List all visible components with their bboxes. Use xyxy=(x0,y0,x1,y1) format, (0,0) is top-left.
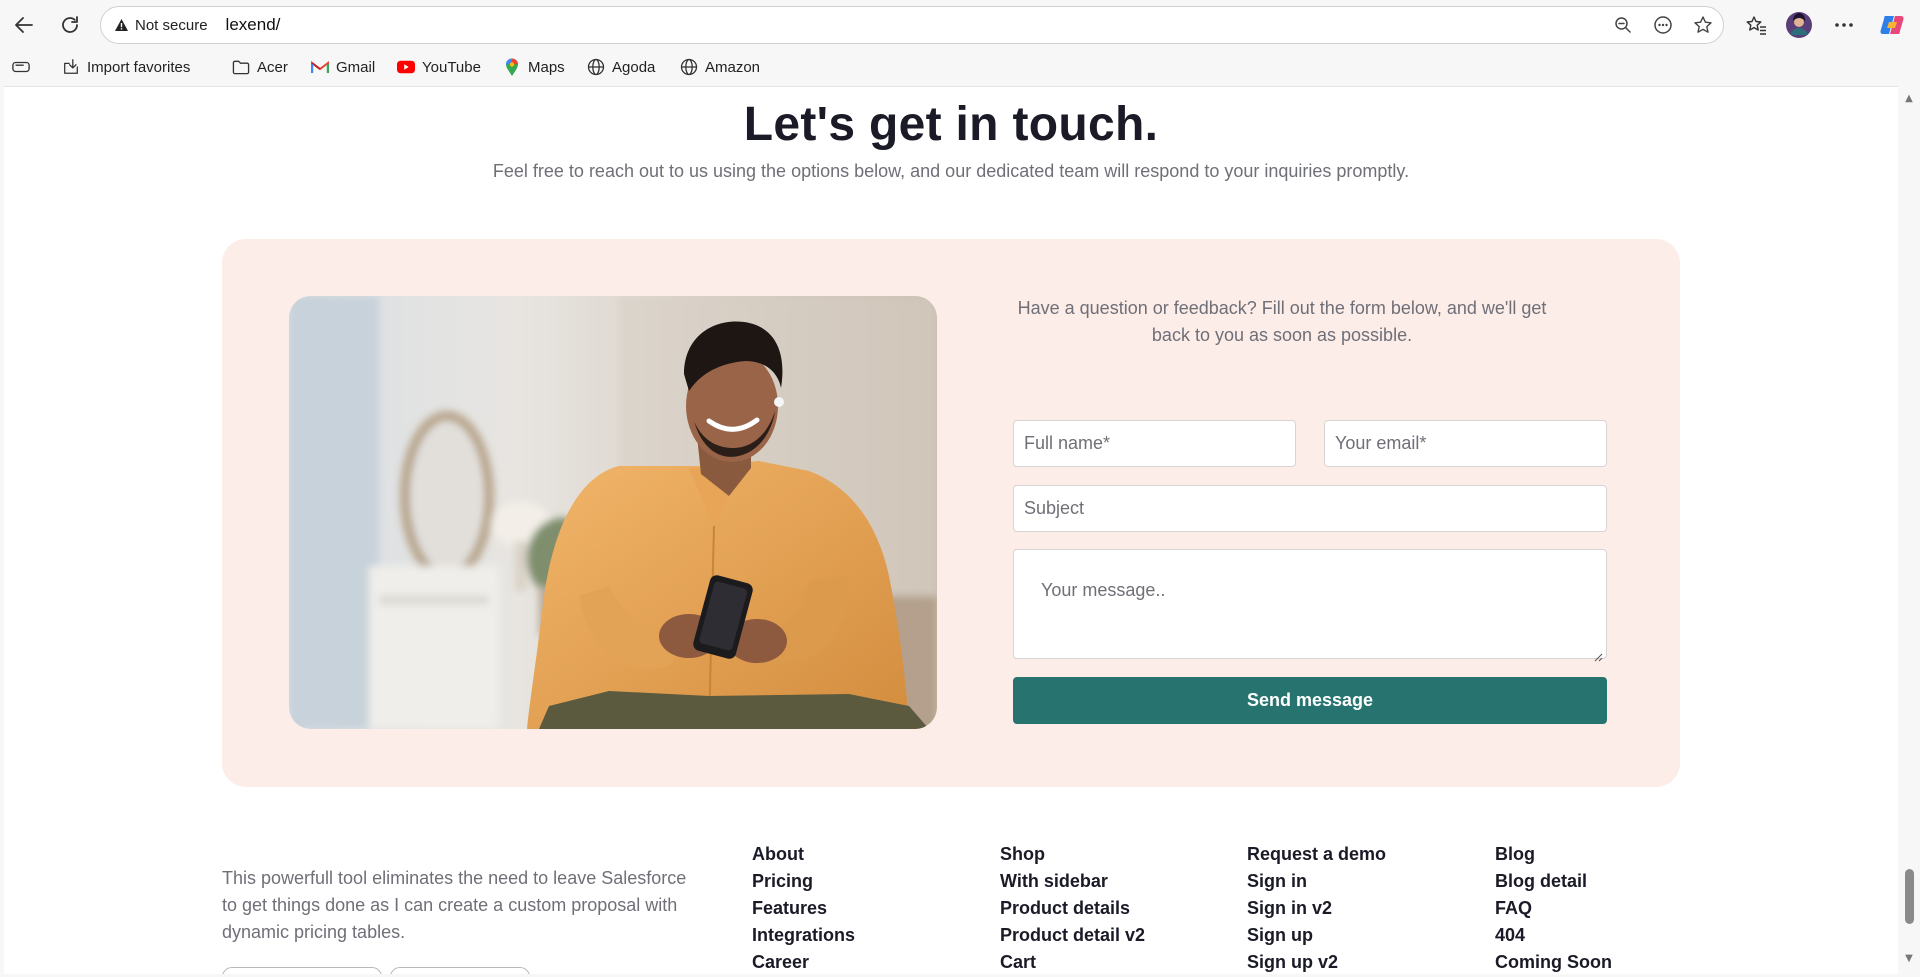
footer-link[interactable]: Shop xyxy=(1000,841,1145,868)
subject-input[interactable]: Subject xyxy=(1013,485,1607,532)
footer-link[interactable]: 404 xyxy=(1495,922,1612,949)
scroll-up-icon[interactable]: ▲ xyxy=(1903,94,1915,104)
bookmark-gmail[interactable]: Gmail xyxy=(311,58,375,76)
footer-link[interactable]: Sign up v2 xyxy=(1247,949,1386,974)
bookmark-label: YouTube xyxy=(422,58,481,76)
contact-card: Have a question or feedback? Fill out th… xyxy=(222,239,1680,787)
send-message-button[interactable]: Send message xyxy=(1013,677,1607,724)
email-placeholder: Your email* xyxy=(1335,433,1427,453)
bookmark-maps[interactable]: Maps xyxy=(503,58,565,76)
scroll-down-icon[interactable]: ▼ xyxy=(1903,954,1915,964)
url-text[interactable]: lexend/ xyxy=(226,15,281,35)
page-subtitle: Feel free to reach out to us using the o… xyxy=(492,161,1410,181)
footer-column-account: Request a demo Sign in Sign in v2 Sign u… xyxy=(1247,841,1386,974)
tab-actions-icon xyxy=(12,58,30,76)
maps-icon xyxy=(503,58,521,76)
reading-mode-icon[interactable] xyxy=(1651,13,1675,37)
footer-badge-right[interactable] xyxy=(390,967,530,974)
page-viewport: Let's get in touch. Feel free to reach o… xyxy=(4,86,1898,974)
bookmark-label: Import favorites xyxy=(87,58,191,76)
page-scrollbar[interactable]: ▲ ▼ xyxy=(1898,86,1920,977)
bookmark-label: Gmail xyxy=(336,58,376,76)
zoom-out-icon[interactable] xyxy=(1611,13,1635,37)
subject-placeholder: Subject xyxy=(1024,498,1085,518)
bookmark-agoda[interactable]: Agoda xyxy=(587,58,655,76)
full-name-input[interactable]: Full name* xyxy=(1013,420,1296,467)
bookmark-label: Agoda xyxy=(612,58,656,76)
import-icon xyxy=(62,58,80,76)
globe-icon xyxy=(587,58,605,76)
bookmark-youtube[interactable]: YouTube xyxy=(397,58,481,76)
footer-description: This powerfull tool eliminates the need … xyxy=(222,868,687,942)
message-textarea[interactable]: Your message.. xyxy=(1013,549,1607,662)
favorite-star-icon[interactable] xyxy=(1691,13,1715,37)
warning-icon xyxy=(113,17,129,33)
more-menu-icon[interactable] xyxy=(1828,9,1860,41)
footer-link[interactable]: Pricing xyxy=(752,868,855,895)
footer-column-resources: Blog Blog detail FAQ 404 Coming Soon xyxy=(1495,841,1612,974)
youtube-icon xyxy=(397,58,415,76)
bookmark-label: Maps xyxy=(528,58,565,76)
email-input[interactable]: Your email* xyxy=(1324,420,1607,467)
favorites-icon[interactable] xyxy=(1740,9,1772,41)
tab-actions-button[interactable] xyxy=(12,58,30,76)
folder-icon xyxy=(232,58,250,76)
footer-link[interactable]: With sidebar xyxy=(1000,868,1145,895)
footer-column-company: About Pricing Features Integrations Care… xyxy=(752,841,855,974)
footer-link[interactable]: Integrations xyxy=(752,922,855,949)
bookmark-label: Amazon xyxy=(705,58,761,76)
footer-link[interactable]: Coming Soon xyxy=(1495,949,1612,974)
bookmark-import-favorites[interactable]: Import favorites xyxy=(62,58,190,76)
footer-link[interactable]: Sign in v2 xyxy=(1247,895,1386,922)
footer-column-shop: Shop With sidebar Product details Produc… xyxy=(1000,841,1145,974)
footer-link[interactable]: Product detail v2 xyxy=(1000,922,1145,949)
bookmark-acer[interactable]: Acer xyxy=(232,58,288,76)
copilot-icon[interactable] xyxy=(1876,9,1908,41)
full-name-placeholder: Full name* xyxy=(1024,433,1111,453)
message-placeholder: Your message.. xyxy=(1041,580,1166,600)
footer-link[interactable]: About xyxy=(752,841,855,868)
person-with-phone-photo xyxy=(289,296,937,729)
footer-link[interactable]: FAQ xyxy=(1495,895,1612,922)
security-label[interactable]: Not secure xyxy=(135,17,208,34)
bookmarks-bar: Import favorites Acer Gmail YouTube Maps… xyxy=(0,50,1920,84)
bookmark-amazon[interactable]: Amazon xyxy=(680,58,760,76)
footer-link[interactable]: Career xyxy=(752,949,855,974)
footer-link[interactable]: Product details xyxy=(1000,895,1145,922)
footer-link[interactable]: Request a demo xyxy=(1247,841,1386,868)
refresh-icon[interactable] xyxy=(54,9,86,41)
scrollbar-thumb[interactable] xyxy=(1905,869,1914,924)
footer-link[interactable]: Cart xyxy=(1000,949,1145,974)
address-bar[interactable]: Not secure lexend/ xyxy=(100,6,1724,44)
footer-link[interactable]: Features xyxy=(752,895,855,922)
page-title: Let's get in touch. xyxy=(743,98,1159,151)
footer-link[interactable]: Blog xyxy=(1495,841,1612,868)
footer-link[interactable]: Blog detail xyxy=(1495,868,1612,895)
browser-toolbar: Not secure lexend/ xyxy=(0,0,1920,50)
globe-icon xyxy=(680,58,698,76)
form-intro-text: Have a question or feedback? Fill out th… xyxy=(1017,298,1547,345)
footer-badge-left[interactable] xyxy=(222,967,382,974)
footer-link[interactable]: Sign up xyxy=(1247,922,1386,949)
back-icon[interactable] xyxy=(8,9,40,41)
bookmark-label: Acer xyxy=(257,58,288,76)
profile-avatar-icon[interactable] xyxy=(1783,9,1815,41)
gmail-icon xyxy=(311,58,329,76)
resize-grip-icon[interactable] xyxy=(1594,646,1603,662)
footer-link[interactable]: Sign in xyxy=(1247,868,1386,895)
